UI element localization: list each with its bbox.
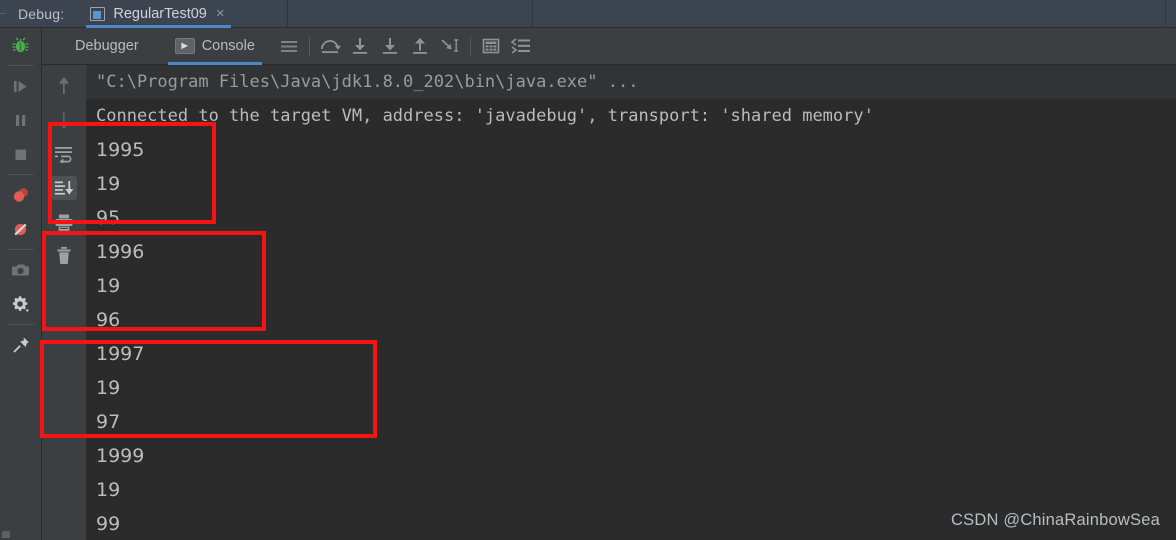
close-icon[interactable]: × — [216, 6, 225, 21]
toolbar-divider-1 — [308, 36, 310, 56]
tab-console[interactable]: ► Console — [164, 28, 266, 65]
window-icon — [90, 6, 106, 21]
console-line: 19 — [96, 479, 121, 501]
layout-settings-icon[interactable] — [506, 28, 536, 65]
tab-debugger[interactable]: Debugger — [64, 28, 150, 65]
debug-tool-window: Debug: RegularTest09 × Debugger ► Consol… — [0, 0, 1176, 540]
console-line: 97 — [96, 411, 121, 433]
sidebar-divider-1 — [7, 65, 34, 66]
console-line: 1996 — [96, 241, 145, 263]
console-line: 95 — [96, 207, 121, 229]
console-play-icon: ► — [174, 38, 195, 54]
run-to-cursor-icon[interactable] — [435, 28, 465, 65]
debug-actions-sidebar — [0, 28, 42, 540]
up-arrow-icon[interactable] — [42, 69, 86, 103]
screenshot-camera-icon[interactable] — [0, 253, 42, 287]
tab-debugger-label: Debugger — [75, 38, 139, 54]
console-line: 1995 — [96, 139, 145, 161]
step-into-icon[interactable] — [345, 28, 375, 65]
console-line: Connected to the target VM, address: 'ja… — [96, 106, 874, 126]
sidebar-divider-4 — [7, 324, 34, 325]
force-step-into-icon[interactable] — [375, 28, 405, 65]
view-breakpoints-icon[interactable] — [0, 178, 42, 212]
titlebar-region-3 — [1166, 0, 1176, 28]
menu-hamburger-icon[interactable] — [274, 28, 304, 65]
titlebar-region-2 — [533, 0, 1165, 28]
stop-program-icon[interactable] — [0, 137, 42, 171]
session-tab-label: RegularTest09 — [113, 5, 207, 22]
settings-gear-icon[interactable] — [0, 287, 42, 321]
debug-label: Debug: — [18, 5, 65, 22]
console-line: 1999 — [96, 445, 145, 467]
titlebar-edge-tick — [0, 13, 6, 14]
console-line: 19 — [96, 173, 121, 195]
sidebar-divider-3 — [7, 249, 34, 250]
evaluate-expression-icon[interactable] — [476, 28, 506, 65]
sidebar-divider-2 — [7, 174, 34, 175]
console-line: 96 — [96, 309, 121, 331]
titlebar-region-1 — [288, 0, 532, 28]
console-line: 1997 — [96, 343, 145, 365]
console-line: 19 — [96, 377, 121, 399]
toolbar-divider-2 — [469, 36, 471, 56]
titlebar: Debug: RegularTest09 × — [0, 0, 1176, 28]
console-output[interactable]: "C:\Program Files\Java\jdk1.8.0_202\bin\… — [86, 65, 1176, 540]
console-line: "C:\Program Files\Java\jdk1.8.0_202\bin\… — [86, 65, 1176, 99]
tab-console-label: Console — [201, 38, 255, 54]
debug-toolbar: Debugger ► Console — [42, 28, 1176, 65]
clear-all-trash-icon[interactable] — [42, 239, 86, 273]
step-over-icon[interactable] — [315, 28, 345, 65]
print-icon[interactable] — [42, 205, 86, 239]
debug-bug-icon[interactable] — [0, 28, 42, 62]
console-line: 19 — [96, 275, 121, 297]
horizontal-scrollbar[interactable] — [2, 531, 10, 538]
resume-program-icon[interactable] — [0, 69, 42, 103]
step-out-icon[interactable] — [405, 28, 435, 65]
mute-breakpoints-icon[interactable] — [0, 212, 42, 246]
pin-tab-icon[interactable] — [0, 328, 42, 362]
console-gutter-toolbar — [42, 65, 86, 540]
session-tab-regulartest09[interactable]: RegularTest09 × — [78, 0, 234, 28]
down-arrow-icon[interactable] — [42, 103, 86, 137]
scroll-to-end-icon[interactable] — [42, 171, 86, 205]
pause-program-icon[interactable] — [0, 103, 42, 137]
titlebar-spacer-1 — [235, 0, 287, 28]
watermark: CSDN @ChinaRainbowSea — [951, 511, 1160, 529]
soft-wrap-icon[interactable] — [42, 137, 86, 171]
